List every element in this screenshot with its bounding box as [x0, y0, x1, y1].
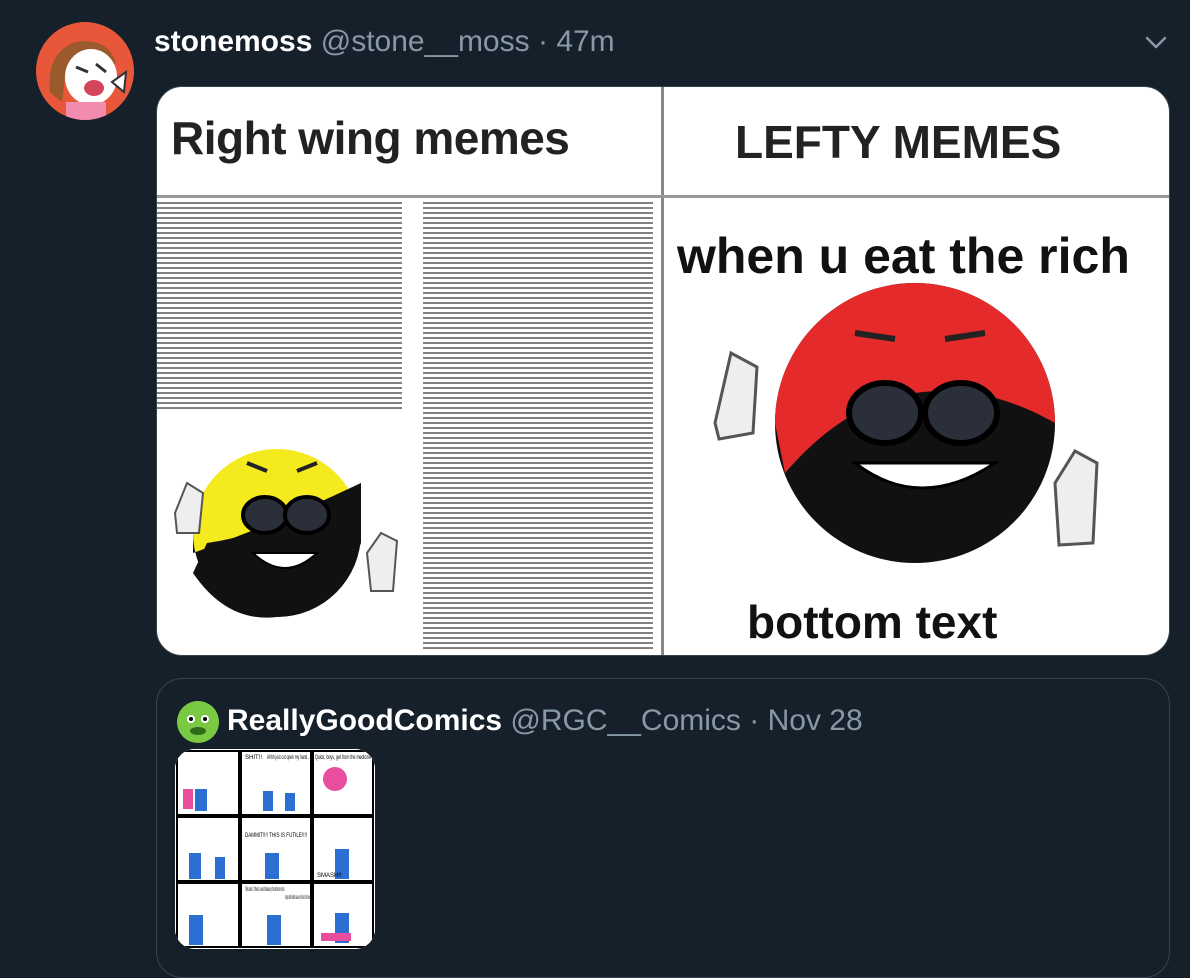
chevron-down-icon[interactable] — [1142, 28, 1170, 56]
author-handle[interactable]: @stone__moss — [321, 25, 530, 58]
comic-strip-grid: SHIT!! Ahhh just cut open my hand.. Quic… — [175, 749, 375, 949]
cartoon-avatar-icon — [36, 22, 134, 120]
quoted-header-separator: · — [749, 704, 760, 737]
quoted-author-handle[interactable]: @RGC__Comics — [510, 704, 741, 737]
quoted-tweet[interactable]: ReallyGoodComics @RGC__Comics · Nov 28 S… — [156, 678, 1170, 978]
author-name[interactable]: stonemoss — [154, 25, 312, 58]
quoted-comic-thumbnail[interactable]: SHIT!! Ahhh just cut open my hand.. Quic… — [175, 749, 375, 949]
author-avatar[interactable] — [36, 22, 134, 120]
quoted-tweet-date[interactable]: Nov 28 — [768, 704, 863, 737]
comic-text-5: SMASH!! — [317, 873, 342, 879]
comic-text-6: Think about it, if there's a secret hide… — [245, 887, 285, 893]
meme-right-title: LEFTY MEMES — [735, 116, 1062, 168]
tweet-header: stonemoss @stone__moss · 47m — [154, 24, 615, 60]
quoted-author-avatar[interactable] — [177, 701, 219, 743]
meme-left-title: Right wing memes — [171, 112, 570, 164]
meme-bottom-text: bottom text — [747, 596, 998, 648]
tweet-time[interactable]: 47m — [556, 25, 614, 58]
meme-divider-vertical — [661, 87, 664, 655]
dense-text-block-center — [423, 201, 659, 651]
header-separator: · — [537, 25, 548, 58]
meme-divider-horizontal — [157, 195, 1169, 198]
comic-text-3: Quick, boys, get from the medicine — [315, 755, 371, 761]
meme-right-caption: when u eat the rich — [677, 228, 1130, 284]
yellow-ball-thumbs-up-icon — [173, 449, 399, 618]
green-blob-avatar-icon — [177, 701, 219, 743]
quoted-tweet-header: ReallyGoodComics @RGC__Comics · Nov 28 — [227, 703, 863, 739]
comic-text-2: Ahhh just cut open my hand.. — [267, 755, 309, 761]
red-ball-thumbs-up-icon — [713, 283, 1099, 563]
tweet-media-image[interactable]: Right wing memes LEFTY MEMES when u eat … — [156, 86, 1170, 656]
comic-text-4: DAMMIT!!!! THIS IS FUTILE!!!! — [245, 833, 307, 839]
comic-text-1: SHIT!! — [245, 755, 262, 761]
dense-text-block-left — [157, 201, 407, 411]
comic-text-7: Imagine all the hidden treasures in the … — [285, 895, 311, 901]
quoted-author-name[interactable]: ReallyGoodComics — [227, 704, 502, 737]
